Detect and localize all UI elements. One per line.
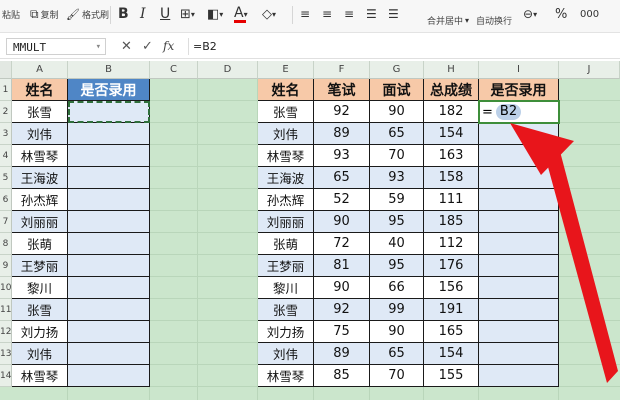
arrow-shaft <box>542 140 618 383</box>
arrow-head <box>510 123 574 175</box>
annotation-arrow <box>510 123 618 383</box>
